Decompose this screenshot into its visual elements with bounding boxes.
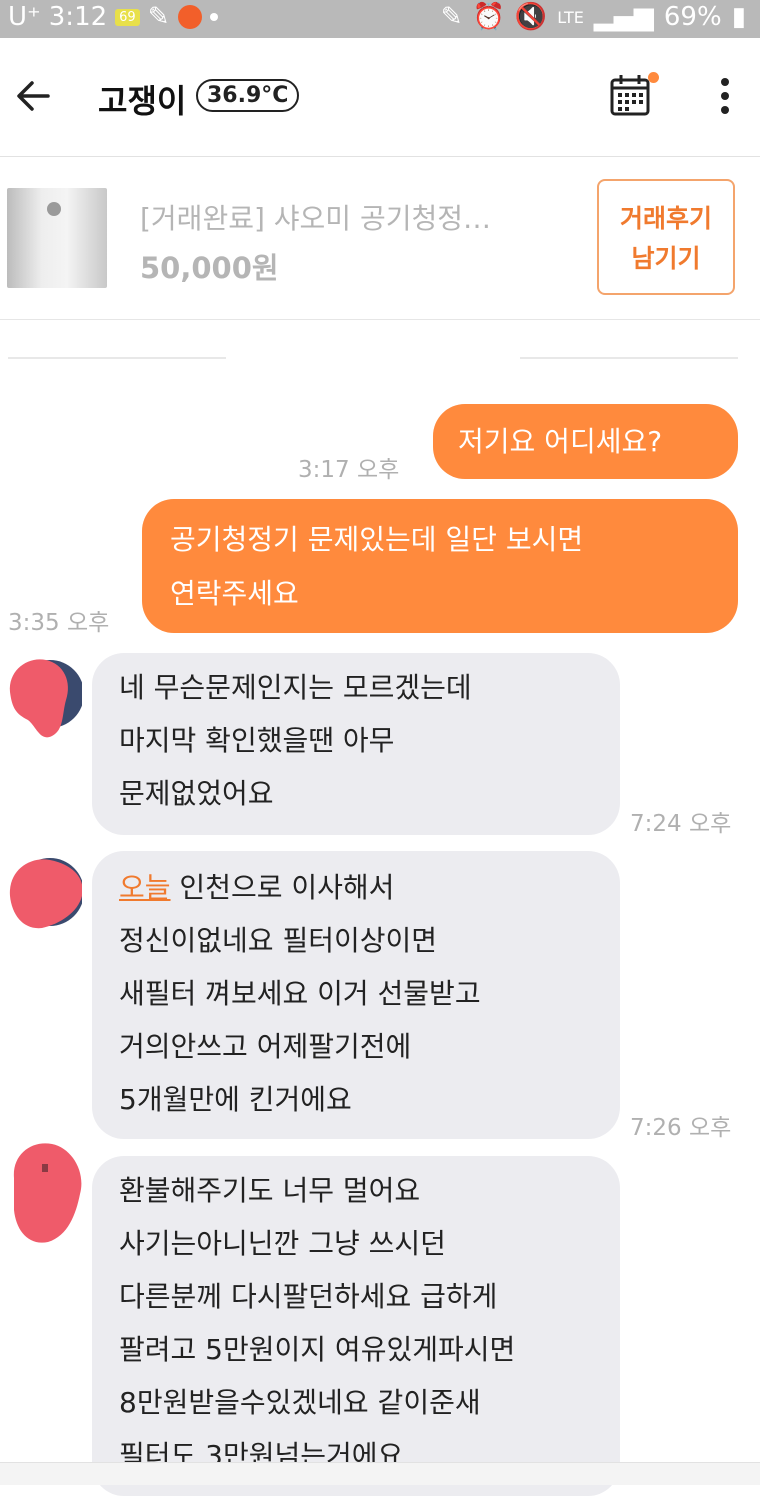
back-arrow-icon[interactable] [14,76,54,116]
mute-icon: 🔇 [514,2,548,32]
battery-label: 69% [663,2,722,32]
message-text: 5개월만에 킨거에요 [119,1083,352,1116]
message-text: 새필터 껴보세요 이거 선물받고 [119,977,481,1010]
my-message-bubble[interactable]: 공기청정기 문제있는데 일단 보시면 연락주세요 [142,499,738,633]
message-text: 팔려고 5만원이지 여유있게파시면 [119,1333,516,1366]
date-link[interactable]: 오늘 [119,871,171,904]
date-divider-right [520,357,738,359]
pen-icon: ✎ [147,2,170,32]
leave-review-button[interactable]: 거래후기 남기기 [597,179,735,295]
new-event-dot [648,72,659,83]
product-thumbnail[interactable] [7,188,107,288]
signal-icon: ▂▄▆ [593,2,654,32]
avatar[interactable] [6,652,82,742]
message-time: 7:24 오후 [630,811,732,837]
more-notifications-dot-icon [209,13,218,21]
app-notification-icon [177,5,202,29]
date-divider-left [8,357,226,359]
chat-header: 고쟁이 36.9°C [0,38,760,157]
notification-badge: 69 [115,8,140,26]
manner-temperature-badge: 36.9°C [196,79,300,112]
message-text: 공기청정기 문제있는데 일단 보시면 [170,523,584,556]
calendar-icon[interactable] [610,74,650,116]
message-text: 문제없었어요 [119,777,274,810]
product-title: [거래완료] 샤오미 공기청정… [140,202,492,235]
message-text: 연락주세요 [170,577,299,610]
message-text: 네 무슨문제인지는 모르겠는데 [119,671,472,704]
message-text: 사기는아니닌깐 그냥 쓰시던 [119,1227,446,1260]
partner-message-bubble[interactable]: 환불해주기도 너무 멀어요 사기는아니닌깐 그냥 쓰시던 다른분께 다시팔던하세… [92,1156,620,1496]
my-message-bubble[interactable]: 저기요 어디세요? [433,404,738,479]
battery-icon: ▮ [731,2,746,32]
message-text: 거의안쓰고 어제팔기전에 [119,1030,412,1063]
product-price: 50,000원 [140,251,279,285]
carrier-label: U⁺ [8,2,41,32]
avatar[interactable] [6,1138,82,1248]
partner-message-bubble[interactable]: 네 무슨문제인지는 모르겠는데 마지막 확인했을땐 아무 문제없었어요 [92,653,620,835]
product-card[interactable]: [거래완료] 샤오미 공기청정… 50,000원 거래후기 남기기 [0,157,760,320]
avatar[interactable] [6,850,82,940]
network-label: LTE [557,7,584,27]
message-time: 3:35 오후 [8,610,110,636]
message-text: 환불해주기도 너무 멀어요 [119,1174,421,1207]
message-input-bar[interactable] [0,1462,760,1485]
pen-icon: ✎ [440,2,463,32]
message-text: 다른분께 다시팔던하세요 급하게 [119,1280,498,1313]
partner-message-bubble[interactable]: 오늘 인천으로 이사해서 정신이없네요 필터이상이면 새필터 껴보세요 이거 선… [92,851,620,1139]
message-time: 3:17 오후 [298,457,400,483]
clock: 3:12 [48,2,108,32]
status-bar: U⁺ 3:12 69 ✎ ✎ ⏰ 🔇 LTE ▂▄▆ 69% ▮ [0,0,760,38]
message-time: 7:26 오후 [630,1115,732,1141]
chat-partner-name: 고쟁이 [98,82,187,120]
message-text: 정신이없네요 필터이상이면 [119,924,438,957]
message-text: 인천으로 이사해서 [170,871,395,904]
more-vertical-icon[interactable] [718,78,732,118]
message-text: 8만원받을수있겠네요 같이준새 [119,1386,481,1419]
message-text: 마지막 확인했을땐 아무 [119,724,395,757]
alarm-icon: ⏰ [472,2,505,32]
message-text: 저기요 어디세요? [458,425,663,458]
